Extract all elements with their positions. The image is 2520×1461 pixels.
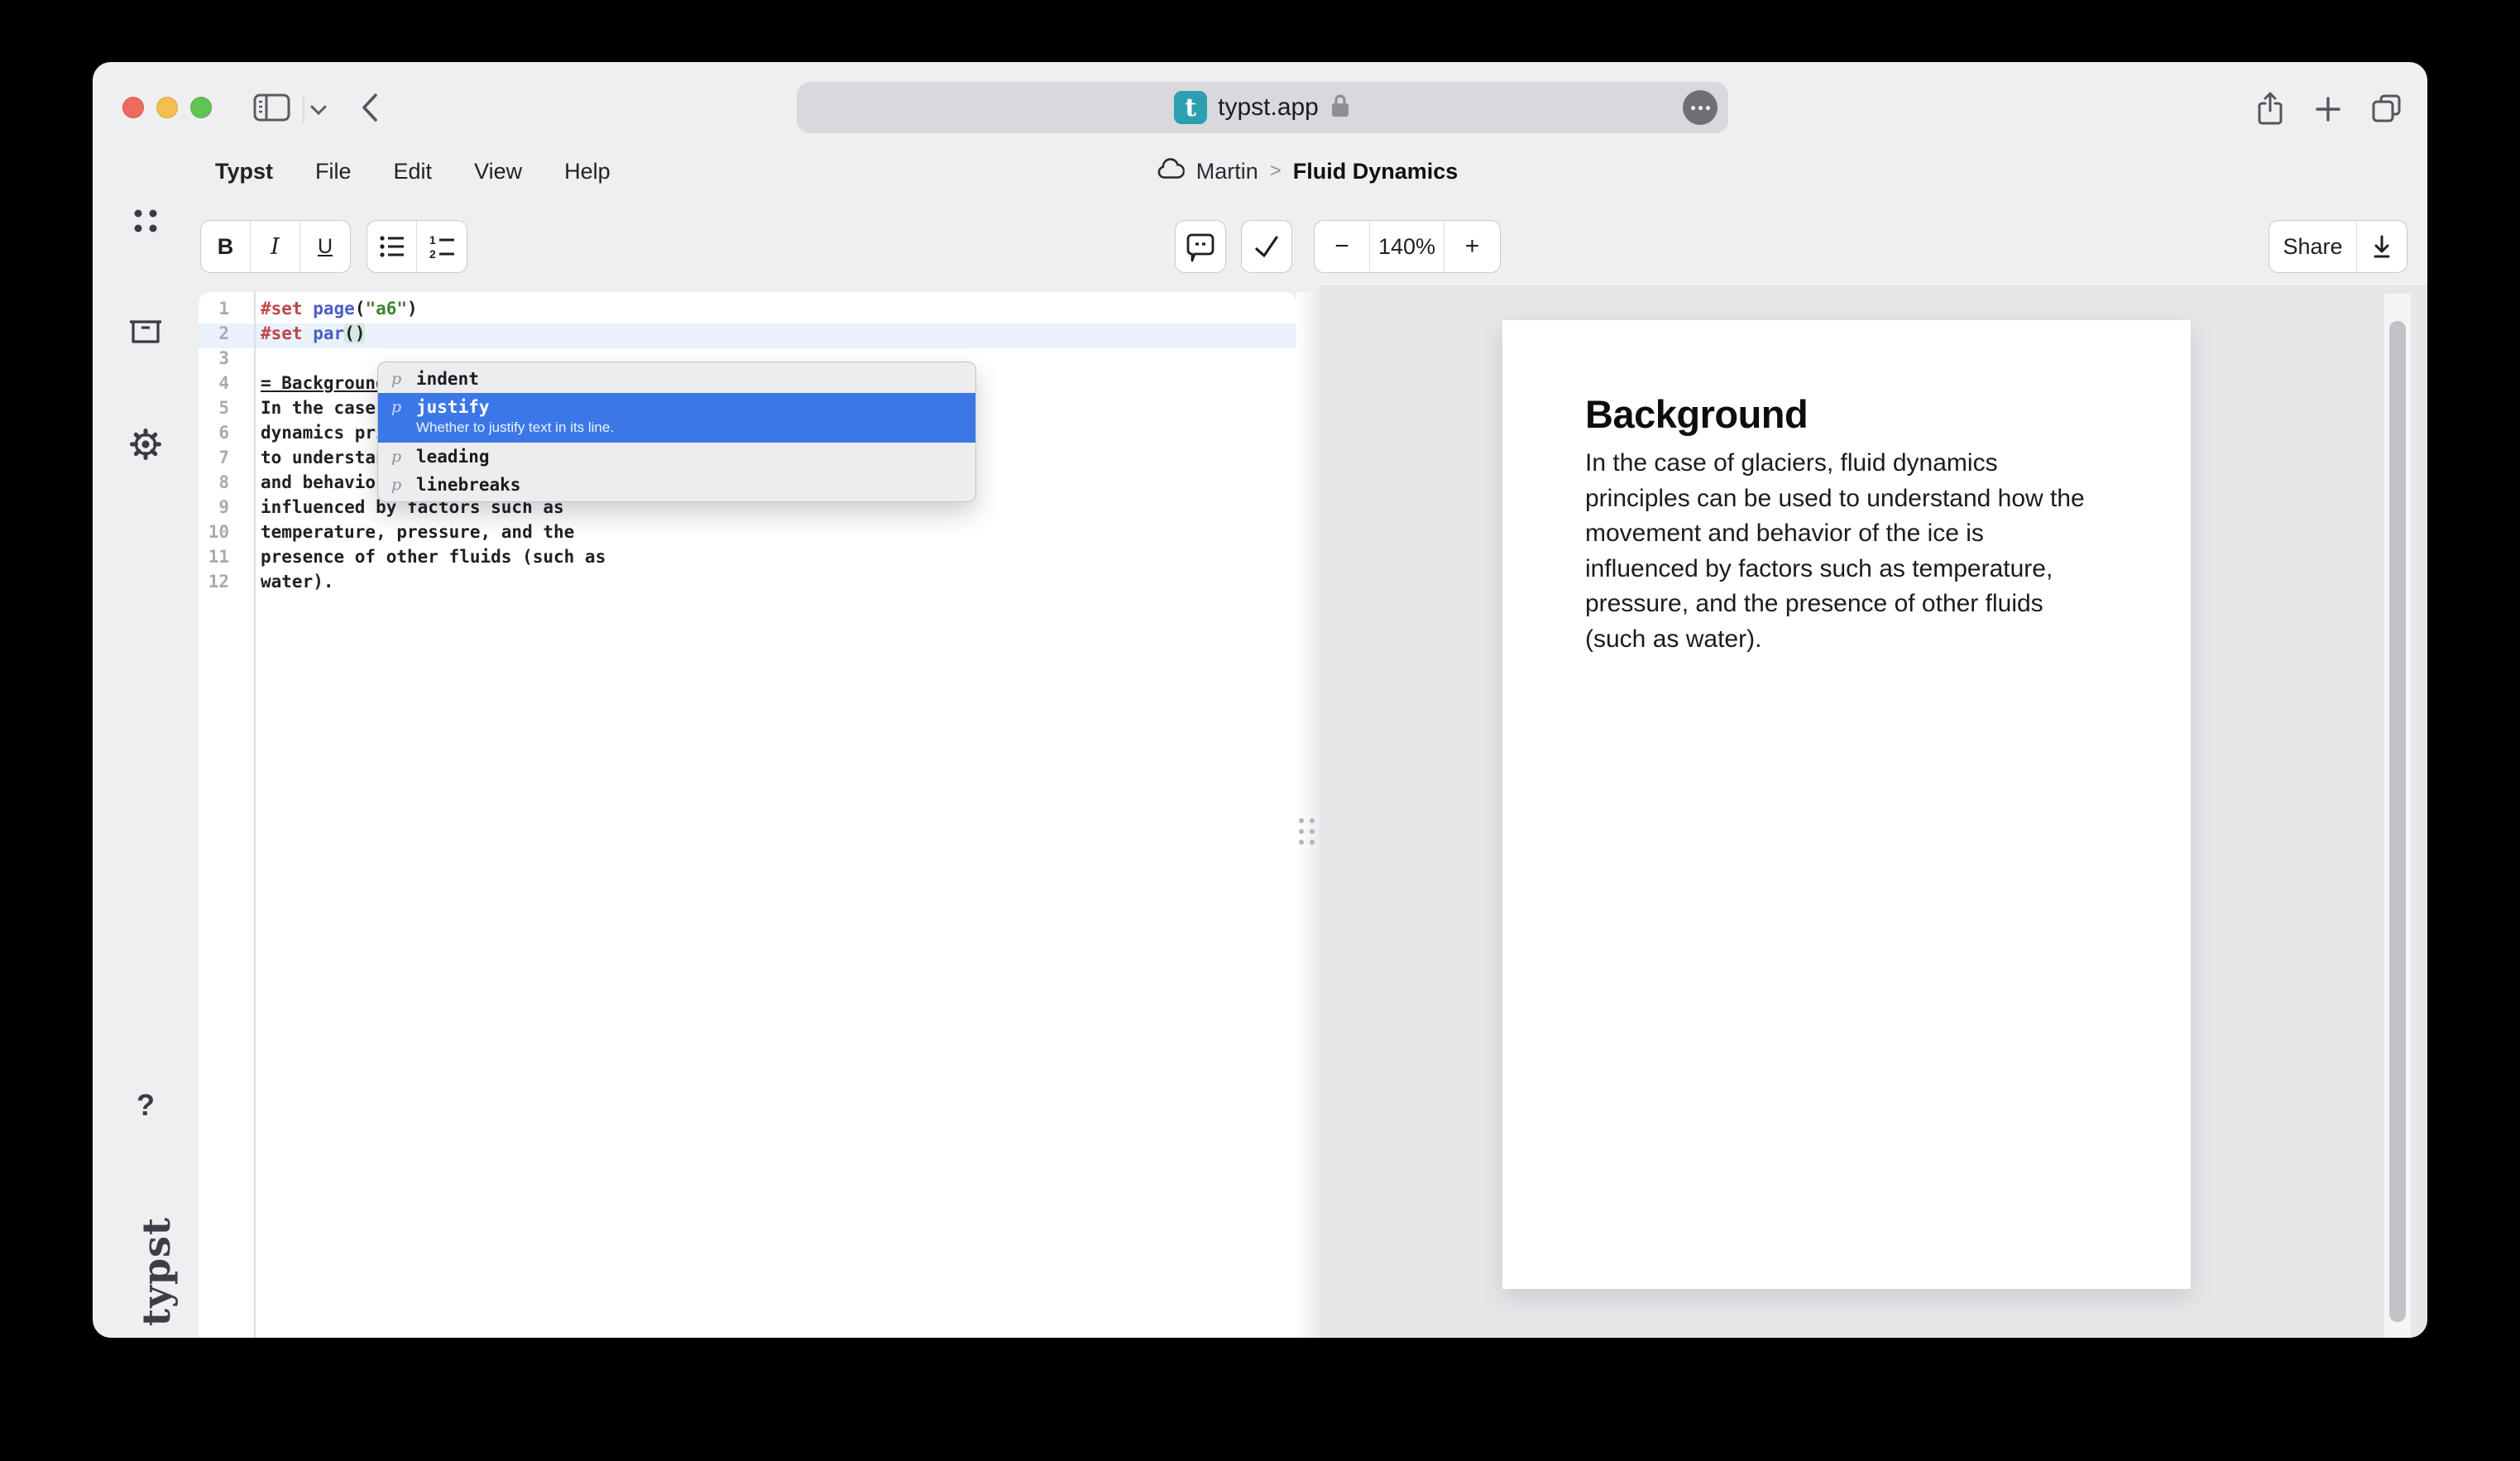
chevron-down-icon[interactable] — [309, 103, 328, 121]
numbered-list-icon: 1 2 — [428, 233, 456, 260]
browser-window: t typst.app Typst File Edit View Help — [93, 62, 2427, 1338]
list-button-group: 1 2 — [367, 220, 467, 273]
fullscreen-window-button[interactable] — [190, 97, 212, 118]
line-number: 4 — [199, 373, 229, 398]
check-icon — [1252, 232, 1282, 261]
files-box-icon[interactable] — [119, 317, 172, 347]
line-number: 7 — [199, 448, 229, 472]
sidebar-toggle-icon[interactable] — [252, 92, 291, 127]
new-tab-icon[interactable] — [2314, 95, 2342, 127]
comment-button[interactable] — [1176, 221, 1225, 272]
line-number: 1 — [199, 299, 229, 323]
help-button[interactable]: ? — [119, 1088, 172, 1123]
autocomplete-item-indent[interactable]: pindent — [378, 365, 975, 393]
zoom-in-button[interactable]: + — [1444, 221, 1500, 272]
gutter-separator — [254, 292, 256, 1338]
download-button[interactable] — [2357, 221, 2407, 272]
download-icon — [2370, 233, 2393, 260]
italic-button[interactable]: I — [251, 221, 300, 272]
line-number: 3 — [199, 348, 229, 373]
breadcrumb-document-title: Fluid Dynamics — [1293, 159, 1459, 184]
menu-item-file[interactable]: File — [315, 159, 352, 184]
parameter-kind-icon: p — [391, 368, 416, 390]
zoom-control-group: − 140% + — [1314, 220, 1501, 273]
breadcrumb-project[interactable]: Martin — [1196, 159, 1258, 184]
format-button-group: B I U — [200, 220, 351, 273]
check-button[interactable] — [1242, 221, 1291, 272]
autocomplete-item-linebreaks[interactable]: plinebreaks — [378, 471, 975, 499]
parameter-kind-icon: p — [391, 446, 416, 467]
zoom-out-button[interactable]: − — [1315, 221, 1370, 272]
parameter-kind-icon: p — [391, 474, 416, 496]
comment-button-group — [1175, 220, 1226, 273]
preview-scrollbar-thumb[interactable] — [2389, 321, 2406, 1322]
preview-paragraph: In the case of glaciers, fluid dynamicsp… — [1585, 446, 2131, 657]
line-number: 10 — [199, 522, 229, 547]
preview-page: Background In the case of glaciers, flui… — [1502, 320, 2191, 1289]
menu-item-view[interactable]: View — [474, 159, 522, 184]
share-button[interactable]: Share — [2269, 221, 2357, 272]
menu-item-edit[interactable]: Edit — [394, 159, 433, 184]
line-number: 2 — [199, 323, 229, 348]
minimize-window-button[interactable] — [156, 97, 178, 118]
comment-bubble-icon — [1186, 231, 1215, 262]
back-button-icon[interactable] — [359, 90, 381, 129]
underline-button[interactable]: U — [300, 221, 350, 272]
bold-button[interactable]: B — [201, 221, 251, 272]
code-line[interactable]: temperature, pressure, and the — [261, 522, 574, 547]
bullet-list-button[interactable] — [367, 221, 417, 272]
breadcrumb-separator: > — [1270, 160, 1282, 183]
line-number: 12 — [199, 572, 229, 596]
line-number: 9 — [199, 497, 229, 522]
numbered-list-button[interactable]: 1 2 — [417, 221, 467, 272]
share-button-group: Share — [2268, 220, 2407, 273]
menu-item-help[interactable]: Help — [564, 159, 611, 184]
share-page-icon[interactable] — [2254, 90, 2286, 131]
page-settings-button[interactable] — [1683, 90, 1718, 125]
autocomplete-item-leading[interactable]: pleading — [378, 443, 975, 471]
code-line[interactable]: presence of other fluids (such as — [261, 547, 606, 572]
menu-bar: Typst File Edit View Help — [215, 138, 611, 204]
preview-heading: Background — [1585, 391, 1808, 437]
url-bar[interactable]: t typst.app — [797, 82, 1728, 133]
bullet-list-icon — [378, 234, 406, 259]
code-line[interactable]: water). — [261, 572, 334, 596]
line-number: 5 — [199, 398, 229, 423]
titlebar-divider — [303, 95, 304, 123]
code-line[interactable]: #set page("a6") — [261, 299, 418, 323]
autocomplete-popup: pindentpjustifyWhether to justify text i… — [377, 362, 976, 502]
titlebar: t typst.app — [93, 62, 2427, 137]
typst-logo: typst — [134, 1179, 177, 1338]
svg-text:2: 2 — [429, 247, 436, 260]
breadcrumb[interactable]: Martin > Fluid Dynamics — [1155, 138, 1459, 204]
check-button-group — [1241, 220, 1292, 273]
zoom-level-value[interactable]: 140% — [1370, 221, 1444, 272]
svg-text:1: 1 — [429, 233, 436, 247]
close-window-button[interactable] — [122, 97, 144, 118]
autocomplete-item-justify[interactable]: pjustifyWhether to justify text in its l… — [378, 393, 975, 443]
settings-gear-icon[interactable] — [119, 428, 172, 461]
dashboard-grid-icon[interactable] — [119, 207, 172, 235]
splitter-drag-handle[interactable] — [1295, 813, 1318, 850]
cloud-icon — [1155, 158, 1185, 185]
code-line[interactable]: #set par() — [261, 323, 365, 348]
menu-item-typst[interactable]: Typst — [215, 159, 273, 184]
line-number: 6 — [199, 423, 229, 448]
site-favicon: t — [1174, 91, 1207, 124]
lock-icon — [1329, 93, 1351, 123]
line-number: 11 — [199, 547, 229, 572]
code-line[interactable]: = Background — [261, 373, 386, 398]
parameter-kind-icon: p — [391, 396, 416, 418]
line-number: 8 — [199, 472, 229, 497]
url-text: typst.app — [1218, 93, 1319, 122]
tab-overview-icon[interactable] — [2370, 92, 2403, 129]
